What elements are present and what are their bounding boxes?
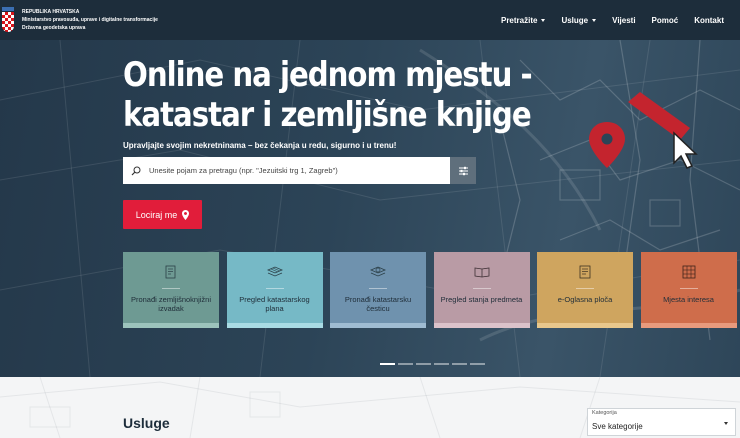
carousel-dot-6[interactable] (470, 363, 485, 365)
chevron-down-icon (724, 422, 728, 425)
carousel-dot-5[interactable] (452, 363, 467, 365)
locate-me-label: Lociraj me (135, 209, 178, 220)
card-accent-bar (433, 323, 530, 328)
card-label: Pregled stanja predmeta (440, 295, 523, 304)
card-divider (472, 288, 491, 289)
category-select-value: Sve kategorije (592, 422, 643, 431)
services-section: Usluge Kategorija Sve kategorije (0, 377, 740, 438)
category-select[interactable]: Kategorija Sve kategorije (587, 408, 736, 436)
carousel-dot-1[interactable] (380, 363, 395, 365)
parcel-search-icon (369, 264, 387, 280)
card-label: Pronađi zemljišnoknjižni izvadak (130, 295, 212, 313)
croatian-coat-of-arms-logo[interactable] (2, 7, 14, 33)
grid-icon (682, 264, 696, 280)
carousel-dot-4[interactable] (434, 363, 449, 365)
nav-item-usluge[interactable]: Usluge (553, 16, 604, 25)
sliders-icon (458, 166, 468, 175)
notice-board-icon (579, 264, 591, 280)
card-stanje-predmeta[interactable]: Pregled stanja predmeta (433, 252, 530, 328)
org-line-1: REPUBLIKA HRVATSKA (22, 9, 80, 15)
card-accent-bar (330, 323, 426, 328)
card-zemljisnoknjizni-izvadak[interactable]: Pronađi zemljišnoknjižni izvadak (123, 252, 219, 328)
nav-label: Pomoć (651, 15, 679, 25)
card-accent-bar (640, 323, 737, 328)
hero-title: Online na jednom mjestu - katastar i zem… (123, 55, 533, 135)
map-layers-icon (266, 264, 284, 280)
nav-item-pretrazite[interactable]: Pretražite (493, 16, 553, 25)
services-title: Usluge (123, 415, 170, 431)
carousel-dot-3[interactable] (416, 363, 431, 365)
card-katastarska-cestica[interactable]: Pronađi katastarsku česticu (330, 252, 426, 328)
top-navbar: REPUBLIKA HRVATSKA Ministarstvo pravosuđ… (0, 0, 740, 40)
map-pin-icon (182, 209, 190, 220)
chevron-down-icon (541, 18, 546, 22)
quick-action-cards: Pronađi zemljišnoknjižni izvadak Pregled… (123, 252, 737, 328)
nav-item-pomoc[interactable]: Pomoć (644, 16, 687, 25)
nav-label: Kontakt (694, 15, 724, 25)
card-label: Pronađi katastarsku česticu (344, 295, 412, 313)
card-divider (576, 288, 594, 289)
main-nav: Pretražite Usluge Vijesti Pomoć Kontakt (493, 16, 732, 25)
nav-item-vijesti[interactable]: Vijesti (604, 16, 643, 25)
book-icon (474, 264, 490, 280)
nav-item-kontakt[interactable]: Kontakt (686, 16, 732, 25)
card-divider (369, 288, 387, 289)
org-line-2: Ministarstvo pravosuđa, uprave i digital… (22, 17, 158, 23)
card-label: Pregled katastarskog plana (239, 295, 310, 313)
card-divider (679, 288, 698, 289)
organization-name[interactable]: REPUBLIKA HRVATSKA Ministarstvo pravosuđ… (22, 8, 158, 32)
nav-label: Vijesti (612, 15, 636, 25)
org-line-3: Državna geodetska uprava (22, 25, 86, 31)
locate-me-button[interactable]: Lociraj me (123, 200, 202, 229)
nav-label: Pretražite (500, 15, 538, 25)
card-e-oglasna-ploca[interactable]: e-Oglasna ploča (537, 252, 633, 328)
carousel-indicators (380, 363, 485, 365)
card-accent-bar (537, 323, 633, 328)
carousel-dot-2[interactable] (398, 363, 413, 365)
category-select-label: Kategorija (592, 410, 617, 416)
chevron-down-icon (592, 18, 597, 22)
card-katastarski-plan[interactable]: Pregled katastarskog plana (226, 252, 323, 328)
search-input[interactable] (149, 166, 450, 175)
card-accent-bar (226, 323, 323, 328)
card-label: e-Oglasna ploča (557, 295, 613, 304)
card-divider (265, 288, 284, 289)
map-pin-marker (589, 122, 625, 168)
card-divider (162, 288, 180, 289)
hero-section: Online na jednom mjestu - katastar i zem… (0, 40, 740, 377)
card-mjesta-interesa[interactable]: Mjesta interesa (640, 252, 737, 328)
card-accent-bar (123, 323, 219, 328)
card-label: Mjesta interesa (663, 295, 714, 304)
hero-subtitle: Upravljajte svojim nekretninama – bez če… (123, 141, 397, 150)
search-filter-button[interactable] (450, 157, 476, 184)
search-bar (123, 157, 476, 184)
document-icon (165, 264, 177, 280)
search-icon (123, 166, 149, 176)
nav-label: Usluge (561, 15, 589, 25)
